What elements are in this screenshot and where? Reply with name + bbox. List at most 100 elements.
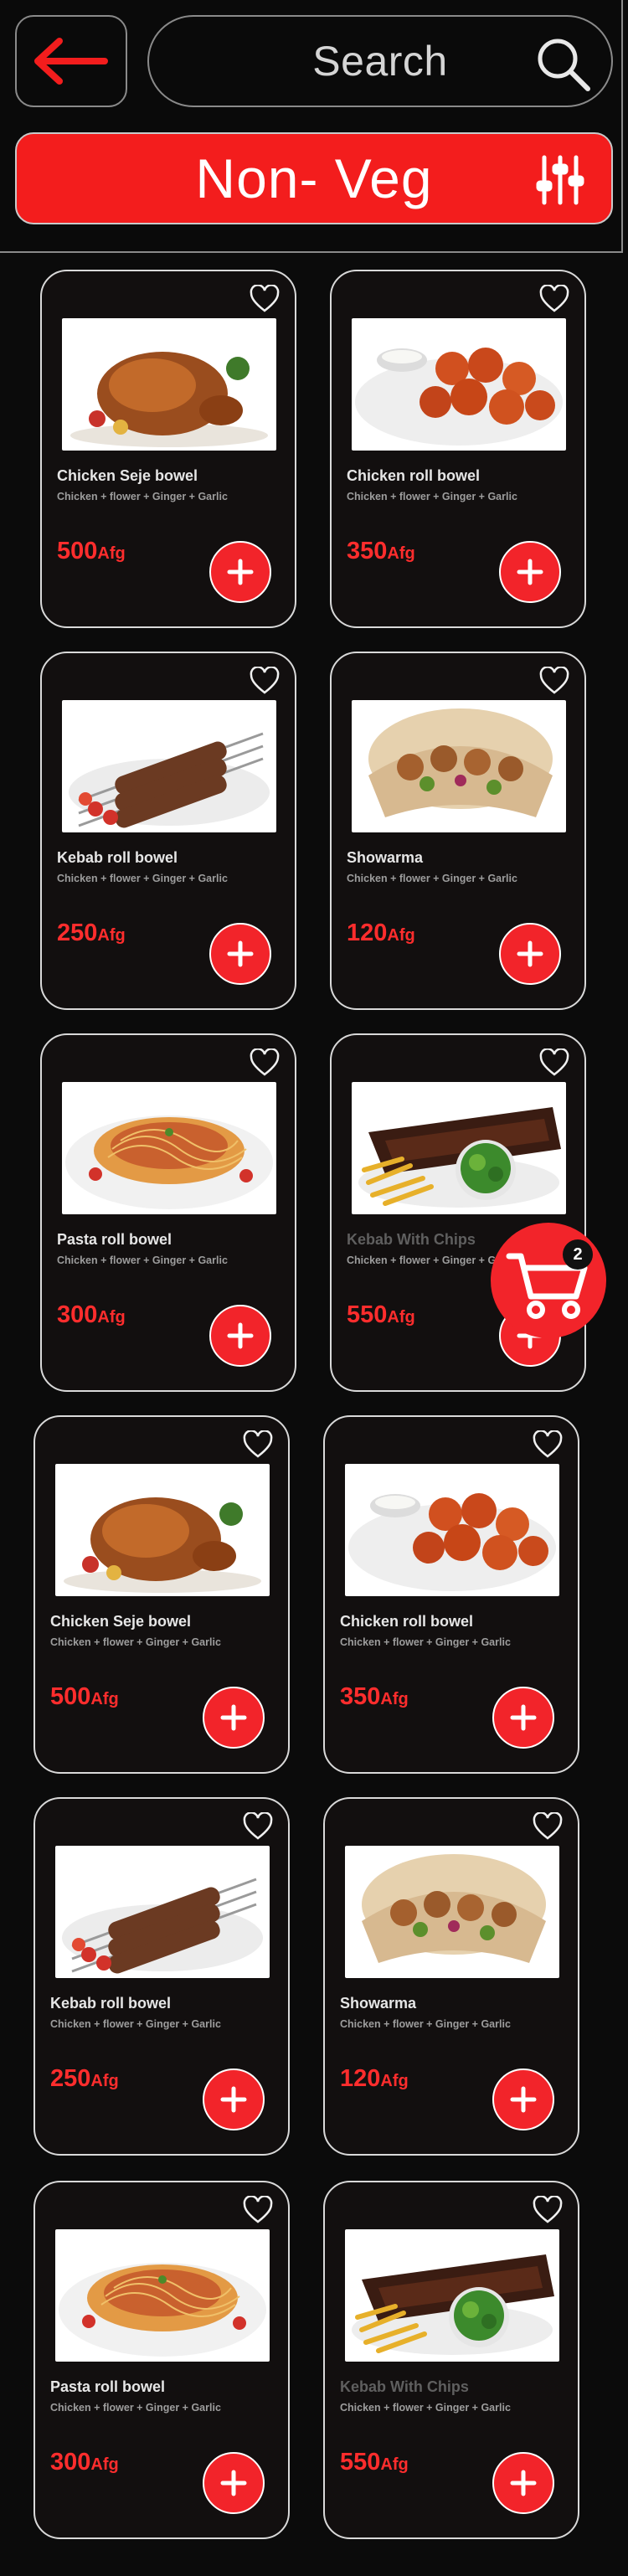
add-to-cart-button[interactable] xyxy=(203,1687,265,1749)
item-ingredients: Chicken + flower + Ginger + Garlic xyxy=(57,1255,228,1266)
price-value: 550 xyxy=(340,2449,381,2476)
menu-item-card[interactable]: Showarma Chicken + flower + Ginger + Gar… xyxy=(330,652,586,1010)
heart-icon[interactable] xyxy=(539,667,569,695)
add-to-cart-button[interactable] xyxy=(203,2452,265,2514)
food-image-kebab-skewers xyxy=(62,700,276,832)
item-name: Pasta roll bowel xyxy=(57,1231,172,1248)
food-image-ribs-chips xyxy=(345,2229,559,2362)
heart-icon[interactable] xyxy=(533,1812,563,1841)
price-currency: Afg xyxy=(97,926,126,945)
add-to-cart-button[interactable] xyxy=(499,923,561,985)
item-ingredients: Chicken + flower + Ginger + Garlic xyxy=(340,1636,511,1648)
price-value: 350 xyxy=(340,1683,381,1710)
add-to-cart-button[interactable] xyxy=(492,1687,554,1749)
food-image-fried-chicken xyxy=(345,1464,559,1596)
shopping-cart-icon xyxy=(506,1253,588,1319)
item-name: Kebab roll bowel xyxy=(57,849,178,866)
price-currency: Afg xyxy=(90,1690,119,1708)
cart-count-badge: 2 xyxy=(563,1239,593,1270)
heart-icon[interactable] xyxy=(250,285,280,313)
category-label: Non- Veg xyxy=(195,147,433,209)
item-price: 120Afg xyxy=(347,920,415,947)
price-value: 120 xyxy=(340,2065,381,2092)
menu-item-card[interactable]: Kebab With Chips Chicken + flower + Ging… xyxy=(323,2181,579,2539)
item-price: 500Afg xyxy=(50,1683,119,1711)
add-to-cart-button[interactable] xyxy=(492,2069,554,2130)
item-name: Kebab With Chips xyxy=(347,1231,476,1248)
plus-icon xyxy=(220,2470,247,2496)
food-image-pasta xyxy=(62,1082,276,1214)
add-to-cart-button[interactable] xyxy=(203,2069,265,2130)
price-value: 350 xyxy=(347,538,388,564)
plus-icon xyxy=(510,2470,537,2496)
menu-item-card[interactable]: Pasta roll bowel Chicken + flower + Ging… xyxy=(40,1033,296,1392)
food-image-pasta xyxy=(55,2229,270,2362)
plus-icon xyxy=(517,940,543,967)
item-ingredients: Chicken + flower + Ginger + Garlic xyxy=(57,491,228,502)
add-to-cart-button[interactable] xyxy=(209,1305,271,1367)
item-price: 350Afg xyxy=(347,538,415,565)
price-currency: Afg xyxy=(387,926,415,945)
price-currency: Afg xyxy=(387,1308,415,1327)
item-price: 300Afg xyxy=(57,1301,126,1329)
heart-icon[interactable] xyxy=(243,1812,273,1841)
item-name: Chicken Seje bowel xyxy=(50,1613,192,1630)
item-price: 500Afg xyxy=(57,538,126,565)
item-price: 300Afg xyxy=(50,2449,119,2476)
heart-icon[interactable] xyxy=(533,1430,563,1459)
item-ingredients: Chicken + flower + Ginger + Garlic xyxy=(347,491,517,502)
item-ingredients: Chicken + flower + Ginger + Garlic xyxy=(50,2018,221,2030)
cart-button[interactable]: 2 xyxy=(491,1223,606,1338)
back-button[interactable] xyxy=(15,15,127,107)
menu-item-card[interactable]: Kebab roll bowel Chicken + flower + Ging… xyxy=(40,652,296,1010)
heart-icon[interactable] xyxy=(533,2196,563,2224)
food-image-shawarma xyxy=(352,700,566,832)
menu-item-card[interactable]: Chicken Seje bowel Chicken + flower + Gi… xyxy=(40,270,296,628)
plus-icon xyxy=(227,559,254,585)
category-selector[interactable]: Non- Veg xyxy=(15,132,613,224)
price-value: 500 xyxy=(57,538,98,564)
item-ingredients: Chicken + flower + Ginger + Garlic xyxy=(340,2018,511,2030)
item-name: Chicken roll bowel xyxy=(347,467,481,484)
heart-icon[interactable] xyxy=(539,1048,569,1077)
price-currency: Afg xyxy=(90,2072,119,2090)
item-name: Chicken roll bowel xyxy=(340,1613,474,1630)
plus-icon xyxy=(510,2086,537,2113)
food-image-roast-chicken xyxy=(62,318,276,451)
search-bar[interactable]: Search xyxy=(147,15,613,107)
add-to-cart-button[interactable] xyxy=(499,541,561,603)
food-image-fried-chicken xyxy=(352,318,566,451)
food-image-shawarma xyxy=(345,1846,559,1978)
price-currency: Afg xyxy=(97,544,126,563)
menu-item-card[interactable]: Chicken roll bowel Chicken + flower + Gi… xyxy=(323,1415,579,1774)
menu-item-card[interactable]: Pasta roll bowel Chicken + flower + Ging… xyxy=(33,2181,290,2539)
price-value: 120 xyxy=(347,920,388,946)
menu-item-card[interactable]: Kebab roll bowel Chicken + flower + Ging… xyxy=(33,1797,290,2156)
price-value: 300 xyxy=(50,2449,91,2476)
add-to-cart-button[interactable] xyxy=(209,923,271,985)
heart-icon[interactable] xyxy=(250,667,280,695)
add-to-cart-button[interactable] xyxy=(209,541,271,603)
food-image-kebab-skewers xyxy=(55,1846,270,1978)
price-value: 550 xyxy=(347,1301,388,1328)
item-name: Showarma xyxy=(340,1995,417,2012)
heart-icon[interactable] xyxy=(243,1430,273,1459)
heart-icon[interactable] xyxy=(243,2196,273,2224)
search-placeholder: Search xyxy=(312,38,448,85)
menu-item-card[interactable]: Chicken roll bowel Chicken + flower + Gi… xyxy=(330,270,586,628)
plus-icon xyxy=(220,2086,247,2113)
item-ingredients: Chicken + flower + Ginger + Garlic xyxy=(347,873,517,884)
price-value: 500 xyxy=(50,1683,91,1710)
plus-icon xyxy=(517,559,543,585)
search-icon[interactable] xyxy=(533,33,593,94)
heart-icon[interactable] xyxy=(250,1048,280,1077)
menu-item-card[interactable]: Chicken Seje bowel Chicken + flower + Gi… xyxy=(33,1415,290,1774)
add-to-cart-button[interactable] xyxy=(492,2452,554,2514)
item-name: Pasta roll bowel xyxy=(50,2378,166,2395)
item-price: 550Afg xyxy=(347,1301,415,1329)
filter-sliders-icon[interactable] xyxy=(534,154,586,206)
heart-icon[interactable] xyxy=(539,285,569,313)
plus-icon xyxy=(510,1704,537,1731)
item-price: 550Afg xyxy=(340,2449,409,2476)
menu-item-card[interactable]: Showarma Chicken + flower + Ginger + Gar… xyxy=(323,1797,579,2156)
